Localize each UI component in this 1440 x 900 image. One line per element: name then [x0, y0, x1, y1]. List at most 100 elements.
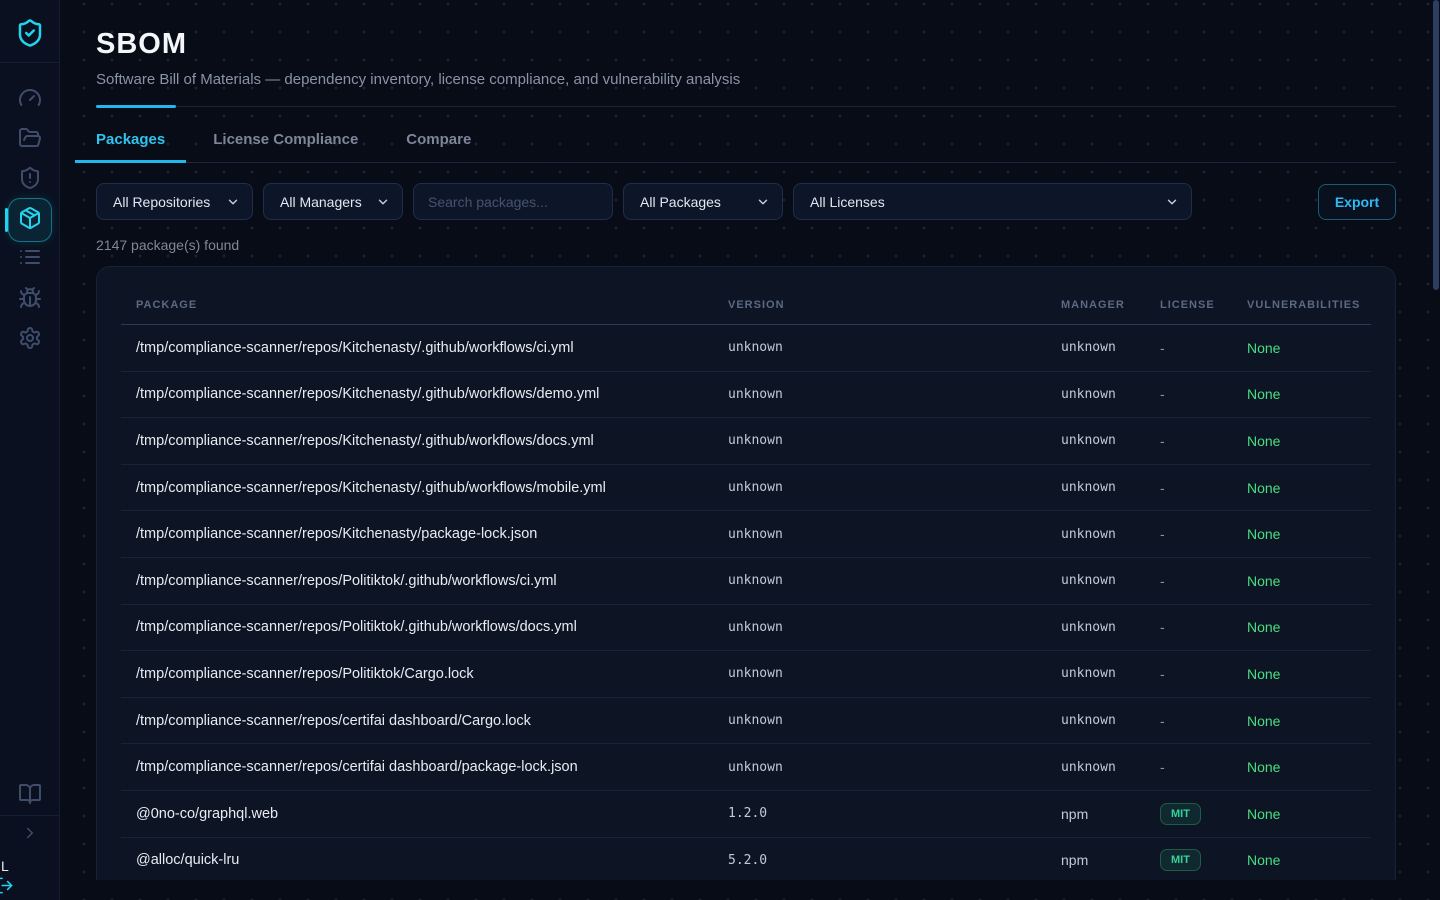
managers-select-value: All Managers — [280, 194, 362, 210]
package-name: @0no-co/graphql.web — [136, 806, 728, 822]
package-manager: unknown — [1061, 387, 1160, 402]
gauge-icon — [18, 86, 42, 115]
table-row[interactable]: /tmp/compliance-scanner/repos/certifai d… — [121, 698, 1371, 745]
sidebar-item-dashboard[interactable] — [0, 88, 60, 112]
sidebar-item-list[interactable] — [0, 247, 60, 271]
column-header-vulnerabilities[interactable]: VULNERABILITIES — [1247, 299, 1371, 311]
package-vulnerabilities: None — [1247, 480, 1371, 496]
partial-label: L — [1, 858, 9, 874]
package-vulnerabilities: None — [1247, 573, 1371, 589]
vulnerabilities-status: None — [1247, 666, 1280, 682]
package-license: - — [1160, 759, 1247, 775]
vulnerabilities-status: None — [1247, 340, 1280, 356]
table-row[interactable]: /tmp/compliance-scanner/repos/certifai d… — [121, 744, 1371, 791]
package-name: /tmp/compliance-scanner/repos/Kitchenast… — [136, 340, 728, 356]
package-vulnerabilities: None — [1247, 713, 1371, 729]
column-header-license[interactable]: LICENSE — [1160, 299, 1247, 311]
header-accent-bar — [96, 105, 176, 108]
sidebar: L — [0, 0, 60, 900]
repositories-select[interactable]: All Repositories — [96, 183, 253, 220]
chevron-down-icon — [226, 195, 240, 209]
search-input[interactable] — [428, 194, 598, 210]
package-name: /tmp/compliance-scanner/repos/certifai d… — [136, 713, 728, 729]
table-row[interactable]: /tmp/compliance-scanner/repos/Kitchenast… — [121, 511, 1371, 558]
bug-icon — [18, 286, 42, 315]
licenses-select[interactable]: All Licenses — [793, 183, 1192, 220]
sidebar-item-docs[interactable] — [0, 784, 60, 808]
sidebar-item-settings[interactable] — [0, 328, 60, 352]
package-manager: unknown — [1061, 666, 1160, 681]
licenses-select-value: All Licenses — [810, 194, 885, 210]
package-name: @alloc/quick-lru — [136, 852, 728, 868]
package-version: unknown — [728, 620, 1061, 635]
package-vulnerabilities: None — [1247, 666, 1371, 682]
table-row[interactable]: @0no-co/graphql.web 1.2.0 npm MIT None — [121, 791, 1371, 838]
package-vulnerabilities: None — [1247, 386, 1371, 402]
vulnerabilities-status: None — [1247, 480, 1280, 496]
vulnerabilities-status: None — [1247, 386, 1280, 402]
column-header-manager[interactable]: MANAGER — [1061, 299, 1160, 311]
packages-select[interactable]: All Packages — [623, 183, 783, 220]
sidebar-item-security[interactable] — [0, 168, 60, 192]
package-vulnerabilities: None — [1247, 340, 1371, 356]
managers-select[interactable]: All Managers — [263, 183, 403, 220]
package-vulnerabilities: None — [1247, 759, 1371, 775]
column-header-version[interactable]: VERSION — [728, 299, 1061, 311]
package-manager: unknown — [1061, 573, 1160, 588]
tab-packages[interactable]: Packages — [96, 131, 165, 162]
packages-select-value: All Packages — [640, 194, 721, 210]
package-vulnerabilities: None — [1247, 619, 1371, 635]
chevron-down-icon — [376, 195, 390, 209]
column-header-package[interactable]: PACKAGE — [136, 299, 728, 311]
results-count: 2147 package(s) found — [96, 237, 1396, 253]
package-name: /tmp/compliance-scanner/repos/Kitchenast… — [136, 433, 728, 449]
package-license: - — [1160, 666, 1247, 682]
list-icon — [18, 245, 42, 274]
export-button[interactable]: Export — [1318, 184, 1396, 220]
package-manager: npm — [1061, 852, 1160, 868]
package-manager: unknown — [1061, 620, 1160, 635]
package-version: unknown — [728, 573, 1061, 588]
package-manager: unknown — [1061, 760, 1160, 775]
package-manager: unknown — [1061, 340, 1160, 355]
package-version: unknown — [728, 666, 1061, 681]
table-row[interactable]: /tmp/compliance-scanner/repos/Politiktok… — [121, 605, 1371, 652]
tab-compare[interactable]: Compare — [406, 131, 471, 162]
license-badge: MIT — [1160, 849, 1201, 871]
main-content: SBOM Software Bill of Materials — depend… — [60, 0, 1440, 900]
app-logo[interactable] — [0, 13, 60, 57]
package-version: unknown — [728, 387, 1061, 402]
vulnerabilities-status: None — [1247, 573, 1280, 589]
package-license: - — [1160, 480, 1247, 496]
table-row[interactable]: @alloc/quick-lru 5.2.0 npm MIT None — [121, 838, 1371, 880]
table-row[interactable]: /tmp/compliance-scanner/repos/Politiktok… — [121, 558, 1371, 605]
packages-table-card: PACKAGE VERSION MANAGER LICENSE VULNERAB… — [96, 266, 1396, 880]
vulnerabilities-status: None — [1247, 433, 1280, 449]
package-name: /tmp/compliance-scanner/repos/Kitchenast… — [136, 480, 728, 496]
logout-button[interactable] — [0, 876, 14, 900]
package-vulnerabilities: None — [1247, 852, 1371, 868]
package-license: MIT — [1160, 803, 1247, 825]
sidebar-item-issues[interactable] — [0, 288, 60, 312]
package-version: unknown — [728, 340, 1061, 355]
package-license: - — [1160, 340, 1247, 356]
package-vulnerabilities: None — [1247, 806, 1371, 822]
tab-license-compliance[interactable]: License Compliance — [213, 131, 358, 162]
sidebar-collapse-toggle[interactable] — [0, 825, 60, 845]
sidebar-item-sbom[interactable] — [8, 198, 52, 242]
package-version: unknown — [728, 760, 1061, 775]
package-license: MIT — [1160, 849, 1247, 871]
sidebar-divider-top — [0, 62, 60, 63]
vertical-scrollbar-thumb[interactable] — [1433, 0, 1439, 290]
table-row[interactable]: /tmp/compliance-scanner/repos/Kitchenast… — [121, 325, 1371, 372]
package-manager: unknown — [1061, 480, 1160, 495]
table-row[interactable]: /tmp/compliance-scanner/repos/Kitchenast… — [121, 418, 1371, 465]
sidebar-item-repositories[interactable] — [0, 128, 60, 152]
table-row[interactable]: /tmp/compliance-scanner/repos/Kitchenast… — [121, 465, 1371, 512]
chevron-down-icon — [1165, 195, 1179, 209]
package-license: - — [1160, 713, 1247, 729]
table-row[interactable]: /tmp/compliance-scanner/repos/Kitchenast… — [121, 372, 1371, 419]
package-version: unknown — [728, 713, 1061, 728]
table-row[interactable]: /tmp/compliance-scanner/repos/Politiktok… — [121, 651, 1371, 698]
page-subtitle: Software Bill of Materials — dependency … — [96, 71, 1396, 88]
